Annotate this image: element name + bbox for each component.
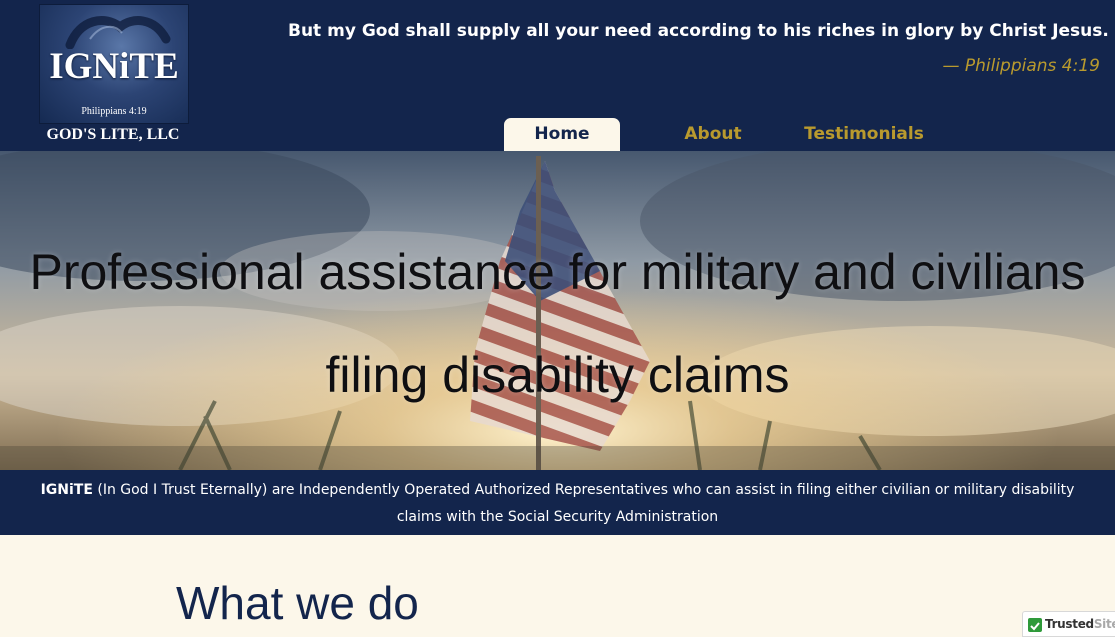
- logo-wordmark: IGNiTE: [49, 46, 179, 87]
- checkmark-icon: [1028, 618, 1042, 632]
- section-heading: What we do: [176, 577, 419, 629]
- trustedsite-badge[interactable]: TrustedSite: [1022, 611, 1115, 637]
- nav-tab-about[interactable]: About: [670, 118, 756, 151]
- intro-band: IGNiTE (In God I Trust Eternally) are In…: [0, 470, 1115, 535]
- hero-title-line-1: Professional assistance for military and…: [29, 244, 1086, 300]
- site-header: IGNiTE Philippians 4:19 GOD'S LITE, LLC …: [0, 0, 1115, 151]
- nav-tab-testimonials[interactable]: Testimonials: [796, 118, 932, 151]
- scripture-quote: But my God shall supply all your need ac…: [288, 21, 1109, 41]
- logo-verse: Philippians 4:19: [81, 106, 147, 117]
- intro-brand: IGNiTE: [40, 482, 93, 498]
- logo-image: IGNiTE Philippians 4:19: [39, 4, 189, 124]
- praying-hands-icon: [65, 16, 171, 49]
- trustedsite-label: TrustedSite: [1045, 617, 1115, 631]
- hero-banner: Professional assistance for military and…: [0, 151, 1115, 470]
- intro-text: IGNiTE (In God I Trust Eternally) are In…: [30, 477, 1085, 531]
- intro-description: (In God I Trust Eternally) are Independe…: [92, 482, 1075, 525]
- main-nav: Home About Testimonials: [0, 118, 1115, 151]
- hero-title: Professional assistance for military and…: [0, 221, 1115, 427]
- hero-title-line-2: filing disability claims: [325, 347, 790, 403]
- scripture-reference: — Philippians 4:19: [942, 56, 1100, 76]
- nav-tab-home[interactable]: Home: [504, 118, 620, 151]
